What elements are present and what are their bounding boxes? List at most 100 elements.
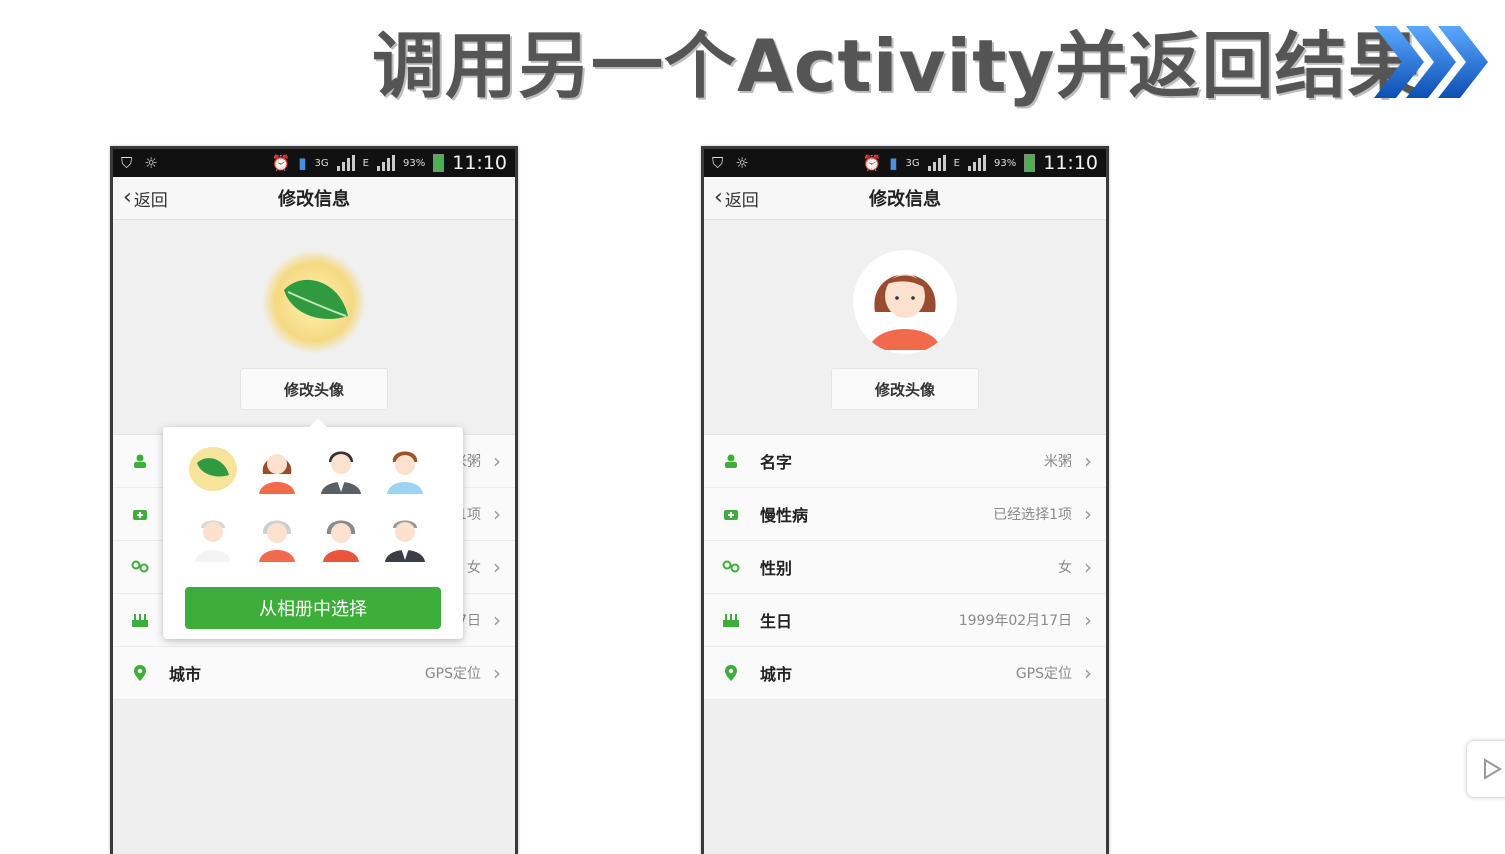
- avatar-option-leaf[interactable]: [185, 443, 241, 495]
- status-bar: ⛉ ☼ ⏰ ▮ 3G E 93% 11:10: [113, 149, 515, 177]
- location-pin-icon: [131, 664, 149, 682]
- avatar-picker-popup: 从相册中选择: [163, 418, 463, 639]
- avatar-option-grandma[interactable]: [249, 511, 305, 563]
- chevron-right-icon: ›: [1084, 661, 1092, 685]
- avatar-option-man[interactable]: [313, 443, 369, 495]
- status-bar: ⛉ ☼ ⏰ ▮ 3G E 93% 11:10: [704, 149, 1106, 177]
- clock: 11:10: [1043, 152, 1098, 174]
- row-value: 米粥: [1044, 454, 1072, 470]
- play-icon: [1484, 758, 1502, 780]
- cake-icon: [722, 611, 740, 629]
- back-button[interactable]: ‹ 返回: [123, 186, 168, 211]
- phone-screen-left: ⛉ ☼ ⏰ ▮ 3G E 93% 11:10 ‹ 返回 修改信息 修改头像 米粥…: [110, 146, 518, 854]
- row-value: GPS定位: [1015, 666, 1072, 682]
- list-item-chronic-disease[interactable]: 慢性病 已经选择1项 ›: [704, 488, 1106, 541]
- edit-avatar-button[interactable]: 修改头像: [240, 368, 388, 410]
- chevron-right-icon: ›: [493, 555, 501, 579]
- slide-title-text: 调用另一个Activity并返回结果: [372, 23, 1421, 108]
- avatar-option-woman[interactable]: [313, 511, 369, 563]
- avatar-option-grandpa[interactable]: [185, 511, 241, 563]
- avatar-grid: [185, 443, 441, 563]
- battery-icon: [433, 154, 445, 172]
- nav-bar: ‹ 返回 修改信息: [113, 177, 515, 220]
- chevron-left-icon: ‹: [714, 185, 723, 210]
- list-item-city[interactable]: 城市 GPS定位 ›: [704, 647, 1106, 700]
- row-label: 城市: [760, 665, 793, 684]
- list-item-gender[interactable]: 性别 女 ›: [704, 541, 1106, 594]
- weather-icon: ☼: [144, 153, 158, 172]
- slide-title: 调用另一个Activity并返回结果: [372, 14, 1420, 108]
- page-title: 修改信息: [278, 189, 350, 210]
- chevron-right-icon: ›: [1084, 449, 1092, 473]
- avatar-option-boy[interactable]: [377, 443, 433, 495]
- row-value: 已经选择1项: [993, 507, 1072, 523]
- row-label: 名字: [760, 453, 793, 472]
- leaf-avatar: [189, 447, 237, 491]
- row-value: 1999年02月17日: [958, 613, 1072, 629]
- network-e-label: E: [362, 157, 369, 169]
- chevron-right-icon: ›: [493, 608, 501, 632]
- phone-screen-right: ⛉ ☼ ⏰ ▮ 3G E 93% 11:10 ‹ 返回 修改信息 修改头像 名字…: [701, 146, 1109, 854]
- row-label: 性别: [760, 559, 793, 578]
- chevron-right-icon: ›: [1084, 502, 1092, 526]
- list-item-birthday[interactable]: 生日 1999年02月17日 ›: [704, 594, 1106, 647]
- chevron-right-icon: ›: [1084, 608, 1092, 632]
- boy-avatar: [387, 451, 423, 494]
- alarm-icon: ⏰: [862, 153, 882, 172]
- choose-from-album-button[interactable]: 从相册中选择: [185, 587, 441, 629]
- man-suit-avatar: [321, 451, 361, 494]
- network-3g-label: 3G: [905, 157, 920, 169]
- grandma-avatar: [259, 520, 295, 562]
- chevron-right-icon: ›: [493, 661, 501, 685]
- profile-header: 修改头像: [704, 220, 1106, 467]
- row-label: 生日: [760, 612, 793, 631]
- clock: 11:10: [452, 152, 507, 174]
- person-icon: [722, 452, 740, 470]
- signal-icon: [336, 155, 355, 171]
- battery-percent: 93%: [403, 157, 426, 169]
- signal-icon: [377, 155, 395, 171]
- medkit-icon: [131, 505, 149, 523]
- chevron-right-icon: ›: [1084, 555, 1092, 579]
- triple-chevron-icon: [1374, 26, 1488, 98]
- sim-icon: ▮: [889, 153, 898, 172]
- network-3g-label: 3G: [314, 157, 329, 169]
- shield-icon: ⛉: [712, 153, 724, 172]
- old-man-suit-avatar: [385, 520, 425, 562]
- location-pin-icon: [722, 664, 740, 682]
- gender-icon: [131, 558, 149, 576]
- back-label: 返回: [133, 190, 168, 211]
- network-e-label: E: [953, 157, 960, 169]
- chevron-right-icon: ›: [493, 449, 501, 473]
- medkit-icon: [722, 505, 740, 523]
- battery-icon: [1024, 154, 1036, 172]
- back-button[interactable]: ‹ 返回: [714, 186, 759, 211]
- signal-icon: [927, 155, 946, 171]
- back-label: 返回: [724, 190, 759, 211]
- row-label: 城市: [169, 665, 202, 684]
- alarm-icon: ⏰: [271, 153, 291, 172]
- row-value: 女: [467, 560, 481, 576]
- gender-icon: [722, 558, 740, 576]
- battery-percent: 93%: [994, 157, 1017, 169]
- avatar-option-girl[interactable]: [249, 443, 305, 495]
- woman-avatar: [323, 520, 359, 562]
- list-item-city[interactable]: 城市 GPS定位 ›: [113, 647, 515, 700]
- avatar-option-old-man[interactable]: [377, 511, 433, 563]
- chevron-right-icon: ›: [493, 502, 501, 526]
- signal-icon: [968, 155, 986, 171]
- girl-avatar: [853, 250, 957, 354]
- row-value: 女: [1058, 560, 1072, 576]
- row-value: GPS定位: [424, 666, 481, 682]
- list-item-name[interactable]: 名字 米粥 ›: [704, 435, 1106, 488]
- person-icon: [131, 452, 149, 470]
- girl-avatar: [259, 454, 295, 494]
- shield-icon: ⛉: [121, 153, 133, 172]
- info-list: 名字 米粥 › 慢性病 已经选择1项 › 性别 女 › 生日 1999年02月1…: [704, 435, 1106, 700]
- page-title: 修改信息: [869, 189, 941, 210]
- weather-icon: ☼: [735, 153, 749, 172]
- profile-header: 修改头像: [113, 220, 515, 435]
- edit-avatar-button[interactable]: 修改头像: [831, 368, 979, 410]
- grandpa-avatar: [195, 520, 231, 562]
- floating-play-widget[interactable]: [1466, 740, 1505, 798]
